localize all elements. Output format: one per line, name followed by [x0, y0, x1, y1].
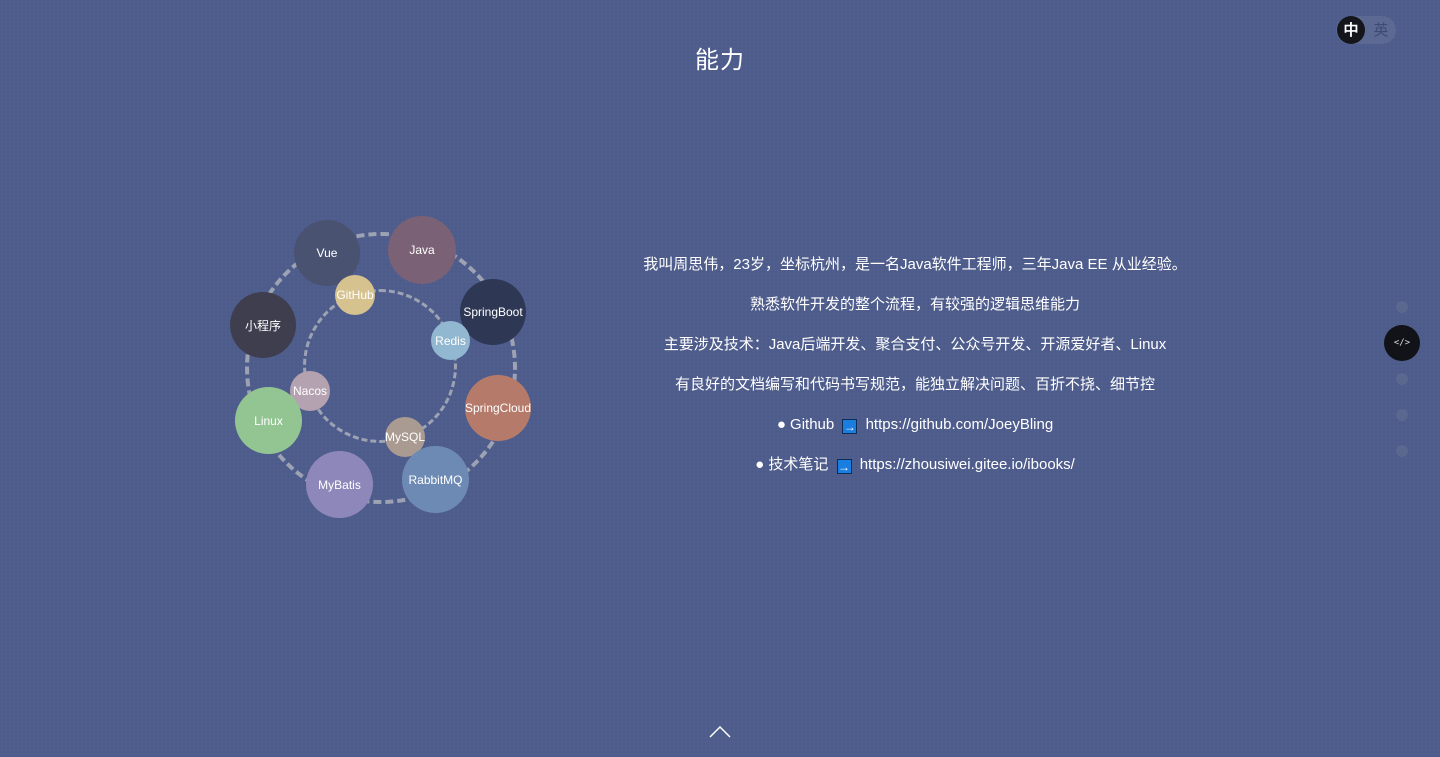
- scroll-up-button[interactable]: [708, 722, 732, 740]
- arrow-right-icon: →: [842, 419, 858, 434]
- inner-dashed-ring: [303, 289, 457, 443]
- lang-english-option[interactable]: 英: [1368, 16, 1394, 44]
- nav-dot-1[interactable]: [1396, 301, 1408, 313]
- arrow-right-icon: →: [836, 459, 852, 474]
- language-switch[interactable]: 中 英: [1336, 16, 1396, 44]
- skill-bubble-springboot[interactable]: SpringBoot: [460, 279, 526, 345]
- code-icon: </>: [1393, 338, 1411, 348]
- intro-line-2: 熟悉软件开发的整个流程，有较强的逻辑思维能力: [749, 296, 1080, 313]
- notes-link[interactable]: https://zhousiwei.gitee.io/ibooks/: [860, 456, 1075, 473]
- notes-row: ● 技术笔记 → https://zhousiwei.gitee.io/iboo…: [560, 445, 1270, 485]
- nav-dot-4[interactable]: [1396, 409, 1408, 421]
- skills-bubble-chart: Vue Java SpringBoot 小程序 GitHub Redis Nac…: [225, 210, 545, 530]
- github-row: ● Github → https://github.com/JoeyBling: [560, 405, 1270, 445]
- skill-bubble-miniprogram[interactable]: 小程序: [230, 292, 296, 358]
- skill-bubble-java[interactable]: Java: [388, 216, 456, 284]
- skill-bubble-springcloud[interactable]: SpringCloud: [465, 375, 531, 441]
- nav-dot-5[interactable]: [1396, 445, 1408, 457]
- github-link[interactable]: https://github.com/JoeyBling: [866, 416, 1054, 433]
- intro-line-1: 我叫周思伟，23岁，坐标杭州，是一名Java软件工程师，三年Java EE 从业…: [643, 256, 1187, 273]
- github-label: ● Github: [776, 416, 835, 433]
- lang-chinese-option[interactable]: 中: [1337, 16, 1365, 44]
- skill-bubble-github[interactable]: GitHub: [335, 275, 375, 315]
- nav-dot-active[interactable]: </>: [1384, 325, 1420, 361]
- nav-dot-3[interactable]: [1396, 373, 1408, 385]
- skill-bubble-rabbitmq[interactable]: RabbitMQ: [402, 446, 469, 513]
- intro-line-3: 主要涉及技术：Java后端开发、聚合支付、公众号开发、开源爱好者、Linux: [663, 336, 1167, 353]
- page-title: 能力: [695, 46, 745, 74]
- skill-bubble-redis[interactable]: Redis: [431, 321, 470, 360]
- skill-bubble-mybatis[interactable]: MyBatis: [306, 451, 373, 518]
- skill-bubble-linux[interactable]: Linux: [235, 387, 302, 454]
- intro-section: 我叫周思伟，23岁，坐标杭州，是一名Java软件工程师，三年Java EE 从业…: [560, 245, 1270, 485]
- intro-line-4: 有良好的文档编写和代码书写规范，能独立解决问题、百折不挠、细节控: [674, 376, 1155, 393]
- notes-label: ● 技术笔记: [755, 456, 829, 473]
- chevron-up-icon: [709, 725, 731, 738]
